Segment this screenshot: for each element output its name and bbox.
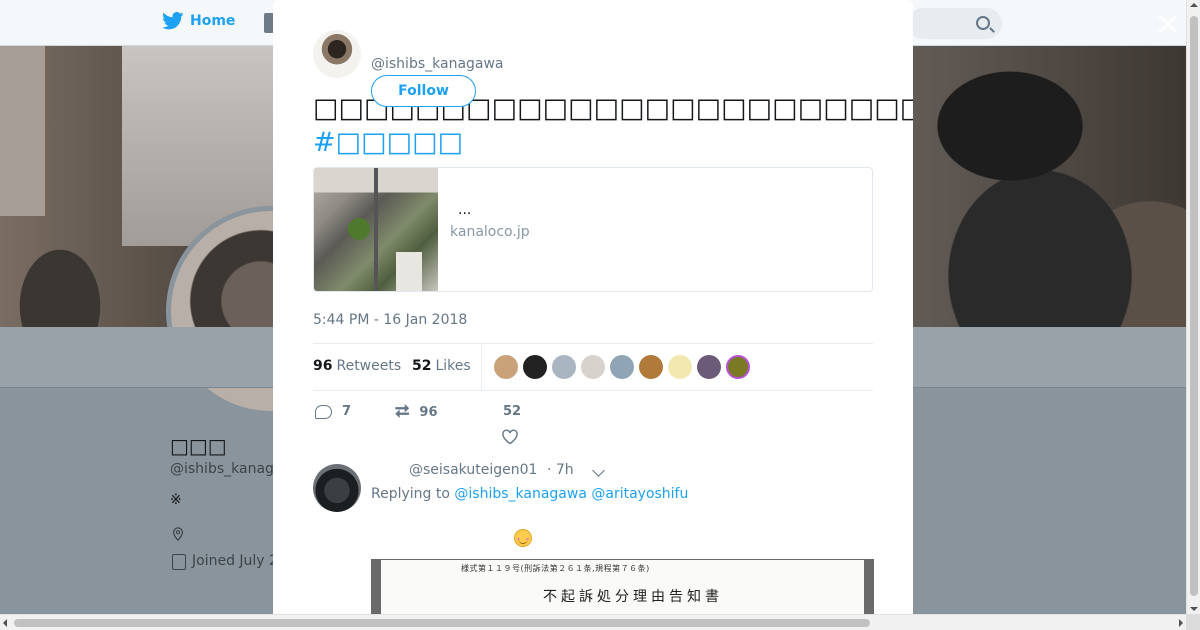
tweet-modal: @ishibs_kanagawa □□□□□□□□□□□□□□□□□□□□□□□… (273, 0, 913, 614)
smile-emoji-icon (514, 529, 532, 547)
vertical-scrollbar[interactable] (1186, 0, 1200, 614)
card-image-stone (396, 252, 422, 291)
card-thumbnail (314, 168, 438, 291)
tweet-stats: 96 Retweets 52 Likes (313, 343, 873, 391)
location-icon (173, 527, 183, 541)
reply-time[interactable]: · 7h (547, 462, 574, 478)
search-box[interactable] (908, 8, 1002, 39)
scroll-left-icon[interactable] (3, 619, 7, 627)
liker-avatar[interactable] (494, 355, 518, 379)
author-avatar[interactable] (313, 30, 361, 78)
profile-joined: Joined July 2 (192, 553, 278, 569)
reply-icon (315, 404, 332, 419)
reply-handle[interactable]: @seisakuteigen01 (409, 462, 537, 478)
card-domain: kanaloco.jp (450, 224, 530, 240)
retweets-count: 96 (313, 358, 333, 374)
calendar-icon (172, 554, 186, 570)
liker-avatar[interactable] (697, 355, 721, 379)
liker-avatar[interactable] (639, 355, 663, 379)
twitter-bird-icon (162, 12, 184, 30)
replying-to-user[interactable]: @aritayoshifu (591, 486, 688, 502)
scroll-up-icon[interactable] (1190, 3, 1198, 7)
chevron-down-icon[interactable] (592, 464, 605, 477)
profile-name: □□□ (170, 434, 227, 458)
home-label: Home (190, 13, 236, 29)
reply-avatar[interactable] (313, 464, 361, 512)
horizontal-scrollbar[interactable] (0, 614, 1186, 630)
liker-avatar[interactable] (668, 355, 692, 379)
likes-stat[interactable]: 52 Likes (412, 358, 471, 374)
profile-handle: @ishibs_kanag (170, 461, 274, 477)
retweet-icon: ⮂ (395, 401, 410, 422)
likes-count: 52 (412, 358, 432, 374)
home-tab[interactable]: Home (162, 12, 235, 30)
document-form-number: 様式第１１９号(刑訴法第２６１条,規程第７６条) (461, 564, 650, 573)
liker-avatar[interactable] (552, 355, 576, 379)
author-handle[interactable]: @ishibs_kanagawa (371, 56, 504, 72)
heart-icon[interactable] (501, 428, 519, 446)
close-icon[interactable] (1155, 12, 1179, 36)
reply-count: 7 (342, 404, 352, 419)
liker-avatar[interactable] (581, 355, 605, 379)
reply-action[interactable]: 7 (315, 404, 351, 419)
replying-prefix: Replying to (371, 486, 450, 502)
replying-to: Replying to @ishibs_kanagawa @aritayoshi… (371, 486, 688, 502)
banner-sign (0, 46, 45, 216)
tweet-hashtag[interactable]: #□□□□□ (313, 126, 463, 160)
like-action[interactable]: 52 (503, 404, 521, 419)
replying-to-user[interactable]: @ishibs_kanagawa (454, 486, 587, 502)
liker-avatar[interactable] (610, 355, 634, 379)
likes-label: Likes (435, 358, 471, 374)
card-image-tree (348, 218, 370, 240)
retweet-count: 96 (419, 404, 438, 420)
liker-avatar[interactable] (726, 355, 750, 379)
scroll-right-icon[interactable] (1179, 619, 1183, 627)
like-count: 52 (503, 404, 522, 419)
retweets-stat[interactable]: 96 Retweets (313, 358, 401, 374)
liker-avatar[interactable] (523, 355, 547, 379)
document-title: 不起訴処分理由告知書 (543, 589, 723, 605)
horizontal-scroll-thumb[interactable] (14, 619, 870, 627)
scrollbar-corner (1186, 614, 1200, 630)
vertical-scroll-thumb[interactable] (1190, 16, 1198, 596)
retweet-action[interactable]: ⮂ 96 (395, 401, 438, 422)
reply-image-document[interactable]: 様式第１１９号(刑訴法第２６１条,規程第７６条) 不起訴処分理由告知書 (371, 559, 874, 614)
scroll-down-icon[interactable] (1190, 607, 1198, 611)
tweet-timestamp[interactable]: 5:44 PM - 16 Jan 2018 (313, 312, 467, 328)
profile-bio: ※ (170, 492, 182, 508)
stats-divider (481, 344, 482, 390)
follow-button[interactable]: Follow (371, 75, 476, 107)
search-icon (976, 16, 990, 30)
link-card[interactable]: ... kanaloco.jp (313, 167, 873, 292)
retweets-label: Retweets (336, 358, 402, 374)
card-title: ... (458, 202, 472, 218)
